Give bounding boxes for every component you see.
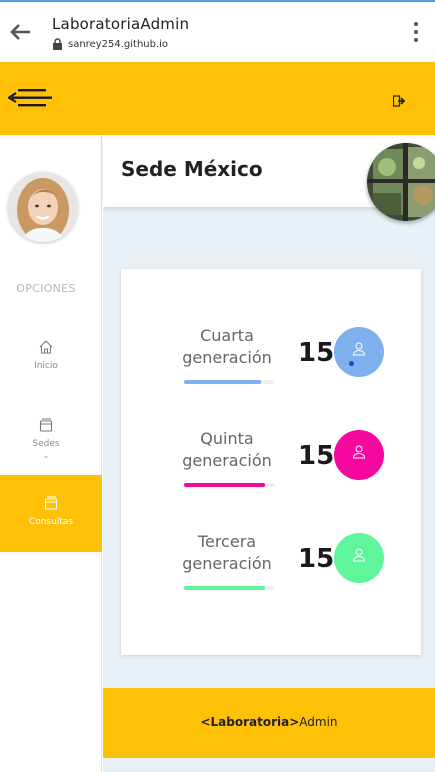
generation-count: 15 <box>298 441 335 471</box>
sidebar-item-label: Inicio <box>34 361 58 371</box>
progress-fill <box>184 483 265 487</box>
avatar[interactable] <box>8 172 78 242</box>
generation-stat: Cuarta generación 15 <box>121 325 421 405</box>
main-content: Sede México Cuarta generación 15 Quinta … <box>103 135 435 772</box>
progress-bar <box>184 483 274 487</box>
window-icon <box>38 417 54 433</box>
sidebar-item-sedes[interactable]: Sedes ⌄ <box>0 417 92 460</box>
generations-card: Cuarta generación 15 Quinta generación 15 … <box>121 269 421 655</box>
generation-count: 15 <box>298 338 335 368</box>
url-text: sanrey254.github.io <box>68 38 169 50</box>
user-icon <box>352 548 366 562</box>
user-icon-badge[interactable] <box>334 430 384 480</box>
progress-bar <box>184 586 274 590</box>
browser-page-title: LaboratoriaAdmin <box>52 15 190 33</box>
generation-label: Cuarta generación <box>182 326 272 367</box>
generation-count: 15 <box>298 544 335 574</box>
page-title: Sede México <box>121 157 263 181</box>
menu-toggle-icon[interactable] <box>6 86 56 110</box>
user-icon-badge[interactable] <box>334 327 384 377</box>
footer-brand: <Laboratoria> <box>200 715 300 729</box>
back-arrow-icon[interactable] <box>8 22 32 42</box>
generation-stat: Tercera generación 15 <box>121 531 421 611</box>
sede-photo <box>367 143 435 221</box>
home-icon <box>38 339 54 355</box>
sidebar-item-label: Sedes <box>32 439 60 449</box>
user-icon <box>352 342 366 356</box>
footer-suffix: Admin <box>299 715 338 729</box>
sidebar-item-consultas[interactable]: Consultas <box>0 475 102 552</box>
chevron-down-icon[interactable]: ⌄ <box>0 451 92 460</box>
generation-stat: Quinta generación 15 <box>121 428 421 508</box>
logout-icon[interactable] <box>392 92 407 107</box>
generation-label: Tercera generación <box>182 532 272 573</box>
options-heading: OPCIONES <box>16 282 76 295</box>
sede-header: Sede México <box>103 135 435 221</box>
app-header <box>0 62 435 135</box>
browser-toolbar: LaboratoriaAdmin sanrey254.github.io <box>0 0 435 62</box>
footer: <Laboratoria>Admin <box>103 688 435 758</box>
user-icon-badge[interactable] <box>334 533 384 583</box>
browser-url[interactable]: sanrey254.github.io <box>52 38 168 50</box>
sidebar-item-inicio[interactable]: Inicio <box>0 339 92 371</box>
user-icon <box>352 445 366 459</box>
sidebar: OPCIONES Inicio Sedes ⌄ Consultas <box>0 135 102 772</box>
progress-bar <box>184 380 274 384</box>
window-icon <box>43 495 59 511</box>
generation-label: Quinta generación <box>182 429 272 470</box>
progress-fill <box>184 380 261 384</box>
sidebar-item-label: Consultas <box>28 517 74 527</box>
lock-icon <box>52 38 63 50</box>
progress-fill <box>184 586 265 590</box>
more-vert-icon[interactable] <box>413 22 419 44</box>
